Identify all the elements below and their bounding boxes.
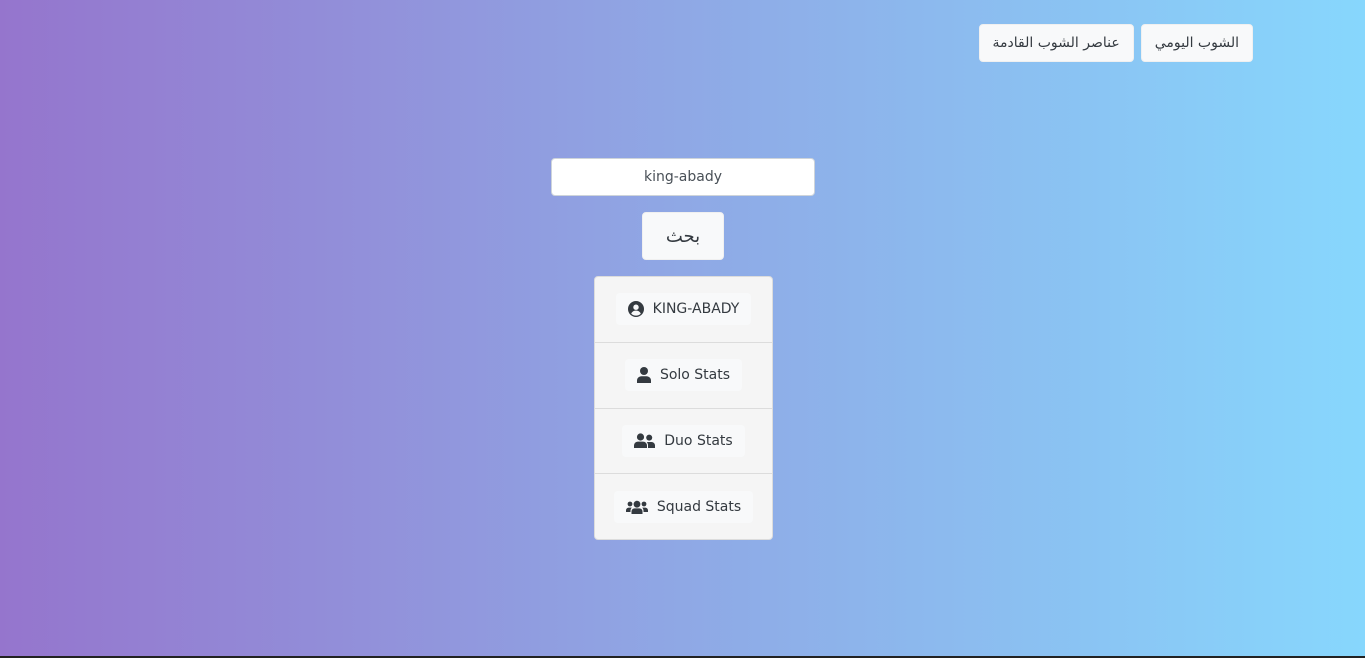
list-item: Duo Stats [595,409,772,475]
upcoming-items-button[interactable]: عناصر الشوب القادمة [978,24,1134,62]
player-name-button[interactable]: KING-ABADY [615,293,752,326]
users-icon [625,500,648,514]
squad-stats-button[interactable]: Squad Stats [613,490,754,523]
player-name: KING-ABADY [652,301,740,318]
list-item: Solo Stats [595,343,772,409]
list-item: KING-ABADY [595,277,772,343]
user-icon [636,367,651,384]
search-input[interactable] [551,158,815,196]
duo-stats-button[interactable]: Duo Stats [622,424,745,457]
top-nav: الشوب اليومي عناصر الشوب القادمة [978,24,1253,62]
user-friends-icon [634,433,656,449]
results-list: KING-ABADY Solo Stats Duo Stats Squad St… [594,276,773,540]
solo-stats-label: Solo Stats [659,367,731,384]
duo-stats-label: Duo Stats [664,432,733,449]
list-item: Squad Stats [595,474,772,539]
user-circle-icon [627,301,644,318]
solo-stats-button[interactable]: Solo Stats [624,359,743,392]
squad-stats-label: Squad Stats [656,498,742,515]
search-button[interactable]: بحث [642,212,724,260]
daily-shop-button[interactable]: الشوب اليومي [1140,24,1253,62]
